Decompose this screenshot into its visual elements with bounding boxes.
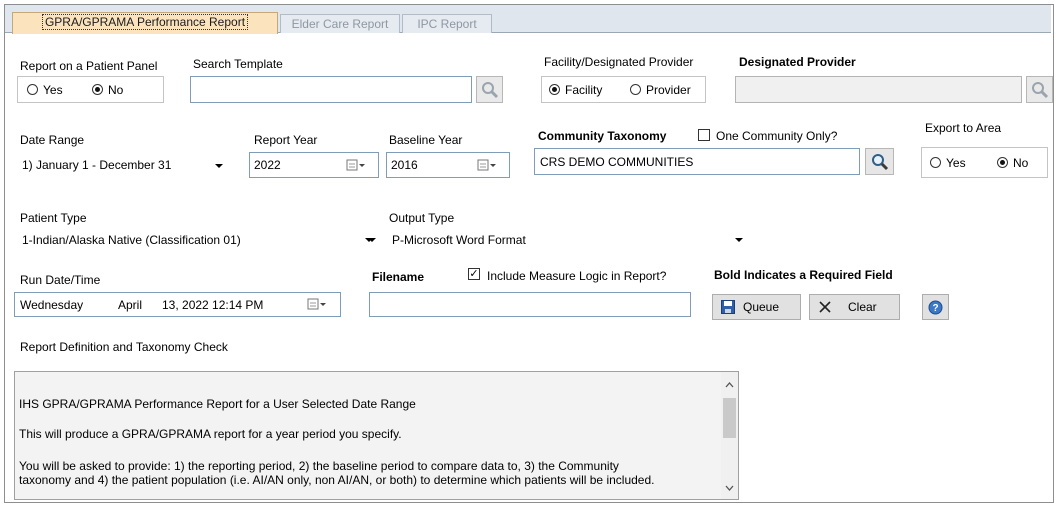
clear-button[interactable]: Clear — [809, 294, 900, 320]
baseline-year-value: 2016 — [391, 158, 418, 172]
patient-panel-label: Report on a Patient Panel — [20, 59, 158, 73]
community-taxonomy-label: Community Taxonomy — [538, 129, 667, 143]
search-template-button[interactable] — [476, 76, 503, 103]
include-logic-label: Include Measure Logic in Report? — [487, 269, 667, 283]
definition-textarea[interactable]: IHS GPRA/GPRAMA Performance Report for a… — [14, 371, 739, 500]
date-range-label: Date Range — [20, 133, 85, 147]
facility-label: Facility — [565, 83, 603, 97]
patient-panel-yes-label: Yes — [43, 83, 63, 97]
patient-panel-group — [17, 76, 164, 103]
search-icon — [1032, 82, 1049, 99]
filename-label: Filename — [372, 270, 425, 284]
export-no-radio[interactable] — [997, 157, 1008, 168]
calendar-icon[interactable] — [307, 297, 328, 311]
chevron-down-icon[interactable] — [368, 238, 376, 242]
chevron-up-icon[interactable] — [725, 382, 734, 388]
export-to-area-label: Export to Area — [925, 121, 1002, 135]
date-range-select[interactable]: 1) January 1 - December 31 — [22, 158, 171, 172]
tab-label: GPRA/GPRAMA Performance Report — [41, 14, 249, 30]
calendar-icon[interactable] — [346, 158, 367, 172]
save-icon — [721, 300, 735, 314]
chevron-down-icon[interactable] — [735, 238, 743, 242]
run-month: April — [118, 298, 143, 312]
designated-provider-input[interactable] — [735, 76, 1022, 103]
chevron-down-icon[interactable] — [215, 164, 223, 168]
svg-text:?: ? — [932, 303, 938, 314]
export-yes-radio[interactable] — [930, 157, 941, 168]
filename-input[interactable] — [369, 292, 691, 317]
one-community-checkbox[interactable] — [698, 129, 710, 141]
run-date-time: 13, 2022 12:14 PM — [162, 298, 264, 312]
definition-line: taxonomy and 4) the patient population (… — [19, 473, 655, 487]
close-icon — [819, 301, 831, 313]
designated-provider-label: Designated Provider — [739, 55, 856, 69]
patient-type-label: Patient Type — [20, 211, 87, 225]
patient-type-select[interactable]: 1-Indian/Alaska Native (Classification 0… — [22, 233, 241, 247]
queue-label: Queue — [743, 300, 780, 314]
definition-line: This will produce a GPRA/GPRAMA report f… — [19, 427, 402, 441]
provider-radio[interactable] — [630, 84, 641, 95]
required-field-note: Bold Indicates a Required Field — [714, 268, 893, 282]
tab-elder-care-report[interactable]: Elder Care Report — [280, 14, 400, 33]
patient-panel-no-radio[interactable] — [92, 84, 103, 95]
search-template-label: Search Template — [193, 57, 283, 71]
tab-ipc-report[interactable]: IPC Report — [402, 14, 492, 33]
search-icon — [872, 154, 889, 171]
report-year-value: 2022 — [254, 158, 281, 172]
chevron-down-icon[interactable] — [725, 485, 734, 491]
help-button[interactable]: ? — [922, 294, 949, 320]
run-day: Wednesday — [20, 298, 84, 312]
definition-scrollbar[interactable] — [721, 372, 738, 499]
provider-label: Provider — [646, 83, 691, 97]
designated-provider-search-button[interactable] — [1026, 76, 1053, 103]
definition-line: IHS GPRA/GPRAMA Performance Report for a… — [19, 397, 416, 411]
definition-label: Report Definition and Taxonomy Check — [20, 340, 228, 354]
output-type-select[interactable]: P-Microsoft Word Format — [392, 233, 526, 247]
export-yes-label: Yes — [946, 156, 966, 170]
definition-line: You will be asked to provide: 1) the rep… — [19, 459, 619, 473]
export-no-label: No — [1013, 156, 1029, 170]
output-type-label: Output Type — [389, 211, 455, 225]
baseline-year-label: Baseline Year — [389, 133, 463, 147]
one-community-label: One Community Only? — [716, 129, 838, 143]
include-logic-checkbox[interactable]: ✓ — [468, 268, 480, 280]
search-template-input[interactable] — [190, 76, 472, 103]
queue-button[interactable]: Queue — [712, 294, 801, 320]
tab-gpra-report[interactable]: GPRA/GPRAMA Performance Report — [12, 12, 278, 34]
community-taxonomy-search-button[interactable] — [865, 148, 894, 175]
facility-provider-label: Facility/Designated Provider — [544, 55, 694, 69]
run-datetime-label: Run Date/Time — [20, 273, 101, 287]
help-icon: ? — [928, 300, 943, 315]
patient-panel-no-label: No — [108, 83, 124, 97]
clear-label: Clear — [848, 300, 877, 314]
report-year-label: Report Year — [254, 133, 318, 147]
facility-radio[interactable] — [549, 84, 560, 95]
calendar-icon[interactable] — [477, 158, 498, 172]
search-icon — [482, 82, 499, 99]
community-taxonomy-value: CRS DEMO COMMUNITIES — [540, 155, 694, 169]
patient-panel-yes-radio[interactable] — [27, 84, 38, 95]
scrollbar-thumb[interactable] — [723, 398, 736, 438]
